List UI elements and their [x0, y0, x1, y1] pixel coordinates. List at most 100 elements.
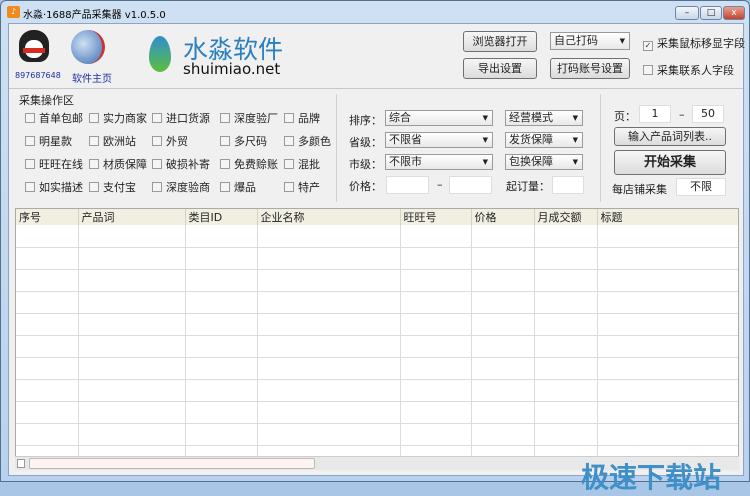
column-header[interactable]: 价格 — [471, 209, 535, 225]
table-cell — [257, 335, 401, 358]
column-header[interactable]: 企业名称 — [257, 209, 401, 225]
sort-select[interactable]: 综合 ▼ — [385, 110, 493, 126]
filter-checkbox[interactable]: 多尺码 — [220, 133, 267, 149]
price-max-input[interactable] — [449, 176, 492, 194]
table-row[interactable] — [16, 335, 738, 358]
start-collect-button[interactable]: 开始采集 — [614, 150, 726, 175]
page-label: 页： — [614, 110, 636, 123]
table-row[interactable] — [16, 313, 738, 336]
globe-icon[interactable] — [71, 30, 105, 64]
filter-checkbox[interactable]: 多颜色 — [284, 133, 331, 149]
app-icon: ♪ — [7, 6, 20, 18]
maximize-button[interactable]: □ — [700, 6, 722, 20]
table-row[interactable] — [16, 247, 738, 270]
province-select[interactable]: 不限省 ▼ — [385, 132, 493, 148]
table-cell — [185, 313, 258, 336]
filter-checkbox[interactable]: 混批 — [284, 156, 320, 172]
dropdown-arrow-icon: ▼ — [482, 114, 488, 122]
homepage-link[interactable]: 软件主页 — [72, 70, 112, 85]
filter-checkbox[interactable]: 深度验商 — [152, 179, 210, 195]
filter-checkbox[interactable]: 品牌 — [284, 110, 320, 126]
filter-checkbox[interactable]: 外贸 — [152, 133, 188, 149]
column-header[interactable]: 类目ID — [185, 209, 258, 225]
city-select[interactable]: 不限市 ▼ — [385, 154, 493, 170]
checkbox-icon — [284, 136, 294, 146]
minimize-button[interactable]: – — [675, 6, 699, 20]
scrollbar-thumb[interactable] — [29, 458, 315, 469]
filter-checkbox[interactable]: 进口货源 — [152, 110, 210, 126]
shipping-select[interactable]: 发货保障 ▼ — [505, 132, 583, 148]
table-row[interactable] — [16, 423, 738, 446]
filter-checkbox-label: 品牌 — [298, 112, 320, 125]
export-settings-button[interactable]: 导出设置 — [463, 58, 537, 79]
table-cell — [16, 225, 79, 248]
qq-number[interactable]: 897687648 — [15, 71, 61, 80]
table-cell — [534, 335, 598, 358]
qq-penguin-icon[interactable] — [19, 30, 49, 62]
per-shop-input[interactable]: 不限 — [676, 178, 726, 196]
filter-checkbox[interactable]: 深度验厂 — [220, 110, 278, 126]
table-cell — [16, 313, 79, 336]
page-to-input[interactable]: 50 — [692, 105, 724, 123]
column-header[interactable]: 产品词 — [78, 209, 186, 225]
filter-checkbox[interactable]: 如实描述 — [25, 179, 83, 195]
table-cell — [16, 401, 79, 424]
hover-fields-checkbox[interactable]: ✓ 采集鼠标移显字段 — [643, 35, 745, 51]
table-row[interactable] — [16, 225, 738, 248]
table-row[interactable] — [16, 269, 738, 292]
column-header[interactable]: 月成交额 — [534, 209, 598, 225]
results-table[interactable]: 序号 产品词 类目ID 企业名称 旺旺号 价格 月成交额 标题 — [15, 208, 739, 470]
table-cell — [597, 291, 738, 314]
captcha-mode-select[interactable]: 自己打码 ▼ — [550, 32, 630, 50]
filter-checkbox[interactable]: 免费赊账 — [220, 156, 278, 172]
dropdown-arrow-icon: ▼ — [572, 136, 578, 144]
column-header[interactable]: 序号 — [16, 209, 79, 225]
sort-value: 综合 — [389, 111, 411, 124]
table-cell — [597, 269, 738, 292]
checkbox-icon — [284, 113, 294, 123]
moq-input[interactable] — [552, 176, 584, 194]
table-cell — [257, 313, 401, 336]
table-cell — [257, 401, 401, 424]
filter-checkbox[interactable]: 明星款 — [25, 133, 72, 149]
filter-checkbox-label: 材质保障 — [103, 158, 147, 171]
exchange-select[interactable]: 包换保障 ▼ — [505, 154, 583, 170]
filter-checkbox[interactable]: 特产 — [284, 179, 320, 195]
business-mode-select[interactable]: 经营模式 ▼ — [505, 110, 583, 126]
filter-checkbox-label: 旺旺在线 — [39, 158, 83, 171]
checkbox-icon — [643, 65, 653, 75]
close-button[interactable]: x — [723, 6, 745, 20]
checkbox-icon — [152, 136, 162, 146]
table-row[interactable] — [16, 357, 738, 380]
captcha-account-button[interactable]: 打码账号设置 — [550, 58, 630, 79]
open-browser-button[interactable]: 浏览器打开 — [463, 31, 537, 52]
table-cell — [471, 379, 535, 402]
checkbox-icon — [25, 136, 35, 146]
filter-checkbox[interactable]: 支付宝 — [89, 179, 136, 195]
scroll-left-icon[interactable] — [17, 459, 25, 468]
filter-checkbox[interactable]: 欧洲站 — [89, 133, 136, 149]
filter-checkbox[interactable]: 实力商家 — [89, 110, 147, 126]
table-cell — [78, 247, 186, 270]
filter-checkbox[interactable]: 旺旺在线 — [25, 156, 83, 172]
filter-checkbox[interactable]: 爆品 — [220, 179, 256, 195]
column-header[interactable]: 标题 — [597, 209, 738, 225]
input-keywords-button[interactable]: 输入产品词列表.. — [614, 127, 726, 146]
table-row[interactable] — [16, 401, 738, 424]
table-cell — [257, 357, 401, 380]
page-from-input[interactable]: 1 — [639, 105, 671, 123]
filter-checkbox-label: 多尺码 — [234, 135, 267, 148]
contact-fields-checkbox[interactable]: 采集联系人字段 — [643, 62, 734, 78]
table-cell — [400, 269, 472, 292]
price-min-input[interactable] — [386, 176, 429, 194]
filter-checkbox[interactable]: 首单包邮 — [25, 110, 83, 126]
filter-checkbox[interactable]: 破损补寄 — [152, 156, 210, 172]
filter-checkbox[interactable]: 材质保障 — [89, 156, 147, 172]
table-cell — [16, 357, 79, 380]
table-row[interactable] — [16, 291, 738, 314]
table-row[interactable] — [16, 379, 738, 402]
table-cell — [78, 357, 186, 380]
table-cell — [400, 379, 472, 402]
column-header[interactable]: 旺旺号 — [400, 209, 472, 225]
checkbox-icon — [220, 159, 230, 169]
